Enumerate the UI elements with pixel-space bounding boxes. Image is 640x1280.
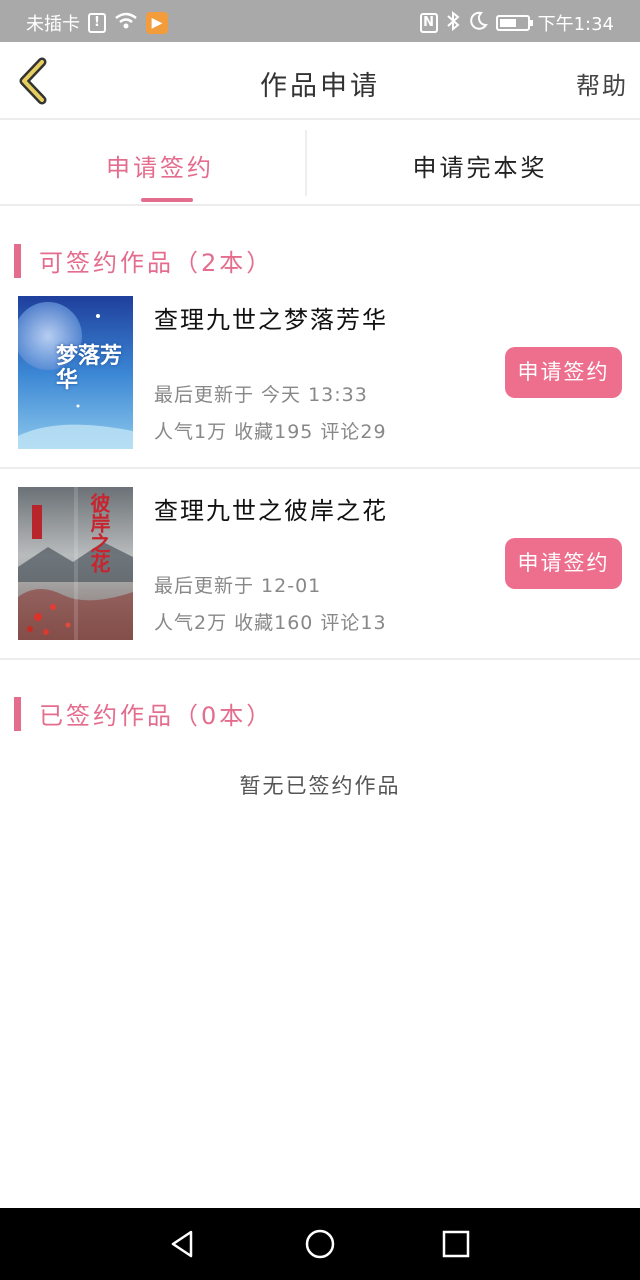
- signed-section-title: 已签约作品（0本）: [39, 702, 274, 730]
- circle-home-icon: [305, 1229, 335, 1259]
- moon-icon: [468, 11, 488, 36]
- nfc-icon: N: [419, 13, 438, 33]
- signed-section-header: 已签约作品（0本）: [14, 696, 273, 731]
- status-bar: 未插卡 ! ▶ N 下午1:34: [0, 0, 640, 42]
- tab-apply-sign[interactable]: 申请签约: [0, 120, 320, 204]
- app-notification-icon: ▶: [146, 12, 168, 34]
- bluetooth-icon: [446, 10, 460, 36]
- book-stats: 人气1万 收藏195 评论29: [154, 421, 387, 443]
- signable-section-title: 可签约作品（2本）: [39, 249, 274, 277]
- help-link[interactable]: 帮助: [576, 66, 628, 101]
- status-left: 未插卡 ! ▶: [26, 10, 168, 36]
- apply-sign-button[interactable]: 申请签约: [505, 538, 622, 589]
- nav-home-button[interactable]: [304, 1228, 336, 1260]
- system-nav-bar: [0, 1208, 640, 1280]
- nav-recent-button[interactable]: [440, 1228, 472, 1260]
- book-title: 查理九世之梦落芳华: [154, 306, 388, 334]
- book-stats: 人气2万 收藏160 评论13: [154, 612, 387, 634]
- section-accent-bar: [14, 243, 21, 278]
- section-accent-bar: [14, 696, 21, 731]
- book-item[interactable]: 梦落芳华 查理九世之梦落芳华 最后更新于 今天 13:33 人气1万 收藏195…: [0, 296, 640, 469]
- nav-back-button[interactable]: [167, 1228, 199, 1260]
- tab-bar: 申请签约 申请完本奖: [0, 120, 640, 206]
- book-item[interactable]: 彼岸之花 查理九世之彼岸之花 最后更新于 12-01 人气2万 收藏160 评论…: [0, 487, 640, 660]
- cover-title: 梦落芳华: [56, 343, 123, 393]
- carrier-text: 未插卡: [26, 14, 80, 35]
- book-last-updated: 最后更新于 12-01: [154, 575, 322, 597]
- battery-level: [499, 19, 516, 27]
- alert-icon: !: [88, 13, 106, 33]
- book-cover: 梦落芳华: [18, 296, 133, 449]
- cover-title: 彼岸之花: [87, 493, 111, 573]
- triangle-back-icon: [171, 1230, 193, 1258]
- book-title: 查理九世之彼岸之花: [154, 497, 388, 525]
- empty-signed-message: 暂无已签约作品: [239, 774, 401, 798]
- book-cover: 彼岸之花: [18, 487, 133, 640]
- clock: 下午1:34: [537, 14, 614, 35]
- page-title: 作品申请: [260, 71, 380, 102]
- tab-divider: [305, 130, 307, 196]
- status-right: N 下午1:34: [419, 10, 614, 36]
- signable-section-header: 可签约作品（2本）: [14, 243, 273, 278]
- book-last-updated: 最后更新于 今天 13:33: [154, 384, 368, 406]
- apply-sign-button[interactable]: 申请签约: [505, 347, 622, 398]
- battery-icon: [495, 15, 533, 31]
- wifi-icon: [114, 12, 138, 35]
- square-recent-icon: [442, 1230, 470, 1258]
- app-header: 作品申请 帮助: [0, 42, 640, 120]
- tab-apply-completion-award[interactable]: 申请完本奖: [320, 120, 640, 204]
